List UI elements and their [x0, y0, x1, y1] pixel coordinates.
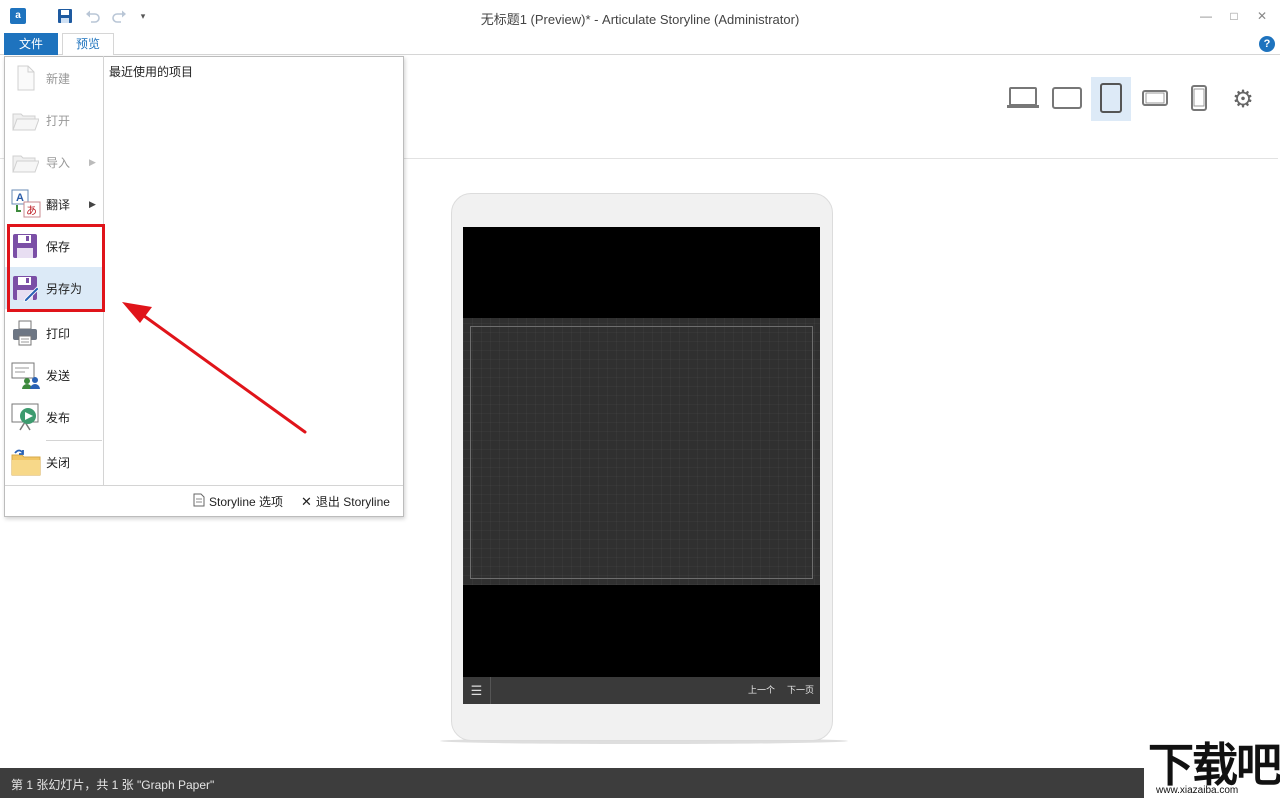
device-tablet-portrait-button[interactable]	[1091, 77, 1131, 121]
translate-icon: Aあ	[11, 189, 41, 218]
status-text: 第 1 张幻灯片，共 1 张 "Graph Paper"	[11, 778, 215, 792]
laptop-icon	[1006, 86, 1040, 113]
new-document-icon	[11, 64, 39, 92]
options-document-icon	[193, 493, 205, 510]
recent-items-heading: 最近使用的项目	[109, 65, 194, 79]
exit-storyline-label: 退出 Storyline	[315, 495, 390, 509]
submenu-arrow-icon: ▶	[89, 156, 96, 167]
menu-item-new[interactable]: 新建	[5, 57, 103, 99]
tablet-portrait-icon	[1100, 82, 1122, 116]
menu-item-print[interactable]: 打印	[5, 312, 103, 354]
menu-item-close[interactable]: 关闭	[5, 441, 103, 483]
open-folder-icon	[11, 106, 40, 134]
menu-horizontal-divider	[5, 485, 403, 486]
tablet-landscape-icon	[1052, 86, 1082, 112]
menu-item-import[interactable]: 导入 ▶	[5, 141, 103, 183]
storyline-options-label: Storyline 选项	[209, 495, 284, 509]
menu-item-open[interactable]: 打开	[5, 99, 103, 141]
svg-text:A: A	[16, 192, 24, 204]
close-folder-icon	[11, 447, 41, 476]
help-icon[interactable]: ?	[1259, 36, 1275, 52]
send-people-icon	[11, 361, 40, 389]
phone-landscape-icon	[1142, 89, 1168, 109]
watermark-logo: 下载吧	[1148, 738, 1280, 792]
menu-item-publish[interactable]: 发布	[5, 396, 103, 438]
menu-item-translate[interactable]: Aあ 翻译 ▶	[5, 183, 103, 225]
device-phone-landscape-button[interactable]	[1135, 77, 1175, 121]
title-bar: a ▾ 无标题1 (Preview)* - Articulate Storyli…	[0, 0, 1280, 33]
window-title: 无标题1 (Preview)* - Articulate Storyline (…	[480, 12, 800, 27]
device-desktop-button[interactable]	[1003, 77, 1043, 121]
tab-preview[interactable]: 预览	[62, 33, 114, 55]
import-folder-icon	[11, 148, 40, 176]
tab-file[interactable]: 文件	[4, 33, 58, 55]
submenu-arrow-icon: ▶	[89, 198, 96, 209]
publish-play-icon	[11, 402, 39, 431]
device-tablet-landscape-button[interactable]	[1047, 77, 1087, 121]
highlight-annotation-box	[7, 224, 105, 312]
close-window-button[interactable]: ✕	[1252, 8, 1272, 24]
gear-icon[interactable]: ⚙	[1223, 77, 1263, 121]
exit-storyline-button[interactable]: ✕ 退出 Storyline	[301, 493, 390, 510]
player-menu-button[interactable]: ☰	[463, 677, 491, 704]
player-prev-button[interactable]: 上一个	[748, 677, 775, 704]
menu-item-send[interactable]: 发送	[5, 354, 103, 396]
slide-inner-border	[470, 326, 813, 579]
phone-portrait-icon	[1191, 84, 1207, 114]
svg-text:あ: あ	[26, 204, 37, 217]
watermark-url: www.xiazaiba.com	[1156, 785, 1239, 796]
device-phone-portrait-button[interactable]	[1179, 77, 1219, 121]
ribbon-tab-row: 文件 预览 ?	[0, 33, 1280, 55]
close-icon: ✕	[301, 493, 312, 509]
storyline-options-button[interactable]: Storyline 选项	[193, 493, 283, 510]
printer-icon	[11, 319, 39, 347]
minimize-button[interactable]: —	[1196, 8, 1216, 24]
maximize-button[interactable]: □	[1224, 8, 1244, 24]
player-next-button[interactable]: 下一页	[787, 677, 814, 704]
